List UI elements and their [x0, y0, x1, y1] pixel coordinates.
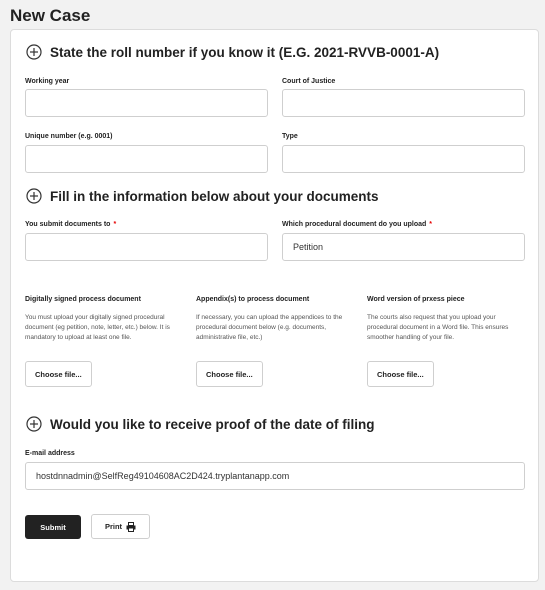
email-input[interactable]	[25, 462, 525, 490]
proof-section-title: Would you like to receive proof of the d…	[50, 416, 375, 432]
plus-circle-icon[interactable]	[26, 416, 42, 432]
unique-number-input[interactable]	[25, 145, 268, 173]
upload-title: Digitally signed process document	[25, 296, 141, 303]
type-label: Type	[282, 133, 298, 140]
submit-to-label: You submit documents to *	[25, 221, 117, 228]
choose-file-signed-button[interactable]: Choose file...	[25, 361, 92, 387]
working-year-input[interactable]	[25, 89, 268, 117]
upload-description: If necessary, you can upload the appendi…	[196, 314, 343, 341]
print-button[interactable]: Print	[91, 514, 150, 539]
procedural-doc-label: Which procedural document do you upload *	[282, 221, 433, 228]
upload-title: Appendix(s) to process document	[196, 296, 310, 303]
plus-circle-icon[interactable]	[26, 188, 42, 204]
upload-description: The courts also request that you upload …	[367, 314, 509, 341]
choose-file-appendix-button[interactable]: Choose file...	[196, 361, 263, 387]
printer-icon	[126, 521, 136, 532]
unique-number-label: Unique number (e.g. 0001)	[25, 133, 113, 140]
page-title: New Case	[10, 6, 91, 25]
submit-button[interactable]: Submit	[25, 515, 81, 539]
upload-title: Word version of prxess piece	[367, 296, 465, 303]
upload-appendix-document: Appendix(s) to process document If neces…	[196, 296, 354, 343]
choose-file-word-button[interactable]: Choose file...	[367, 361, 434, 387]
proof-section-heading: Would you like to receive proof of the d…	[26, 416, 375, 432]
roll-section-heading: State the roll number if you know it (E.…	[26, 44, 439, 60]
required-marker: *	[429, 221, 433, 228]
documents-section-title: Fill in the information below about your…	[50, 188, 379, 204]
submit-to-input[interactable]	[25, 233, 268, 261]
court-input[interactable]	[282, 89, 525, 117]
procedural-doc-input[interactable]	[282, 233, 525, 261]
upload-signed-document: Digitally signed process document You mu…	[25, 296, 183, 343]
court-label: Court of Justice	[282, 78, 336, 85]
working-year-label: Working year	[25, 78, 70, 85]
print-label: Print	[104, 522, 123, 531]
documents-section-heading: Fill in the information below about your…	[26, 188, 379, 204]
plus-circle-icon[interactable]	[26, 44, 42, 60]
roll-section-title: State the roll number if you know it (E.…	[50, 44, 440, 60]
required-marker: *	[113, 221, 117, 228]
upload-description: You must upload your digitally signed pr…	[25, 314, 170, 341]
type-input[interactable]	[282, 145, 525, 173]
form-card: State the roll number if you know it (E.…	[10, 29, 539, 582]
upload-word-version: Word version of prxess piece The courts …	[367, 296, 525, 343]
email-label: E-mail address	[25, 450, 75, 457]
